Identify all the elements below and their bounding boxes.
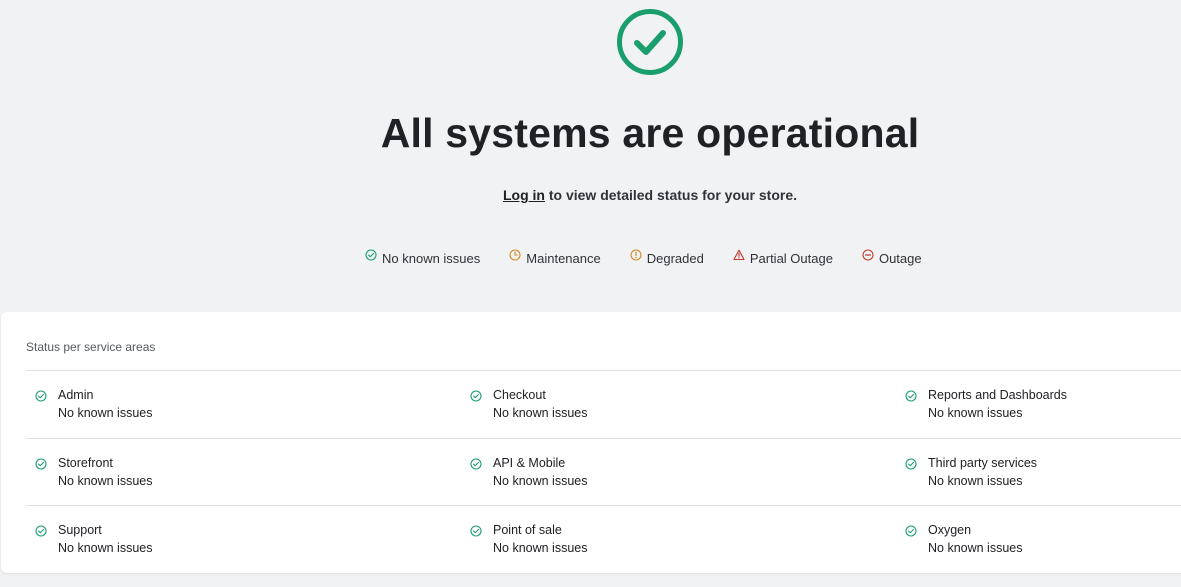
status-legend: No known issues Maintenance Degraded Par… [365, 249, 951, 268]
legend-label: Degraded [646, 251, 704, 266]
check-circle-icon [470, 390, 482, 402]
legend-label: Outage [878, 251, 922, 266]
clock-icon [509, 249, 521, 261]
check-circle-icon [617, 9, 683, 75]
legend-item-partial-outage: Partial Outage [733, 249, 833, 268]
page-title: All systems are operational [380, 110, 920, 156]
service-status: No known issues [928, 406, 1023, 420]
service-row: Storefront No known issues API & Mobile … [26, 438, 1181, 506]
service-name: Reports and Dashboards [928, 388, 1067, 402]
legend-item-maintenance: Maintenance [509, 249, 601, 268]
service-status: No known issues [493, 474, 588, 488]
check-circle-icon [905, 390, 917, 402]
login-prompt-text: to view detailed status for your store. [544, 187, 798, 203]
service-name: Checkout [493, 388, 546, 402]
service-name: Third party services [928, 456, 1038, 470]
check-circle-icon [470, 525, 482, 537]
status-page: All systems are operational Log in to vi… [0, 0, 1181, 587]
check-circle-icon [905, 525, 917, 537]
service-name: API & Mobile [493, 456, 566, 470]
check-circle-icon [470, 458, 482, 470]
service-name: Admin [58, 388, 94, 402]
service-status: No known issues [928, 541, 1023, 555]
service-name: Point of sale [493, 523, 562, 537]
service-status: No known issues [928, 474, 1023, 488]
legend-item-outage: Outage [862, 249, 922, 268]
login-link[interactable]: Log in [503, 187, 545, 203]
service-status: No known issues [493, 541, 588, 555]
legend-item-degraded: Degraded [630, 249, 704, 268]
service-row: Support No known issues Point of sale No… [26, 505, 1181, 573]
panel-title: Status per service areas [26, 340, 156, 354]
service-name: Support [58, 523, 102, 537]
login-prompt: Log in to view detailed status for your … [0, 187, 1181, 203]
legend-label: No known issues [382, 251, 481, 266]
check-circle-icon [35, 458, 47, 470]
service-status: No known issues [58, 406, 153, 420]
check-circle-icon [35, 525, 47, 537]
legend-label: Partial Outage [749, 251, 833, 266]
service-status-panel: Status per service areas Admin No known … [1, 312, 1181, 573]
check-circle-icon [35, 390, 47, 402]
service-row: Admin No known issues Checkout No known … [26, 370, 1181, 438]
service-status: No known issues [58, 541, 153, 555]
minus-circle-icon [862, 249, 874, 261]
service-status: No known issues [493, 406, 588, 420]
check-circle-icon [365, 249, 377, 261]
info-circle-icon [630, 249, 642, 261]
service-name: Oxygen [928, 523, 972, 537]
service-name: Storefront [58, 456, 113, 470]
warning-triangle-icon [733, 249, 745, 261]
legend-item-no-known-issues: No known issues [365, 249, 481, 268]
legend-label: Maintenance [526, 251, 601, 266]
check-circle-icon [905, 458, 917, 470]
service-status: No known issues [58, 474, 153, 488]
